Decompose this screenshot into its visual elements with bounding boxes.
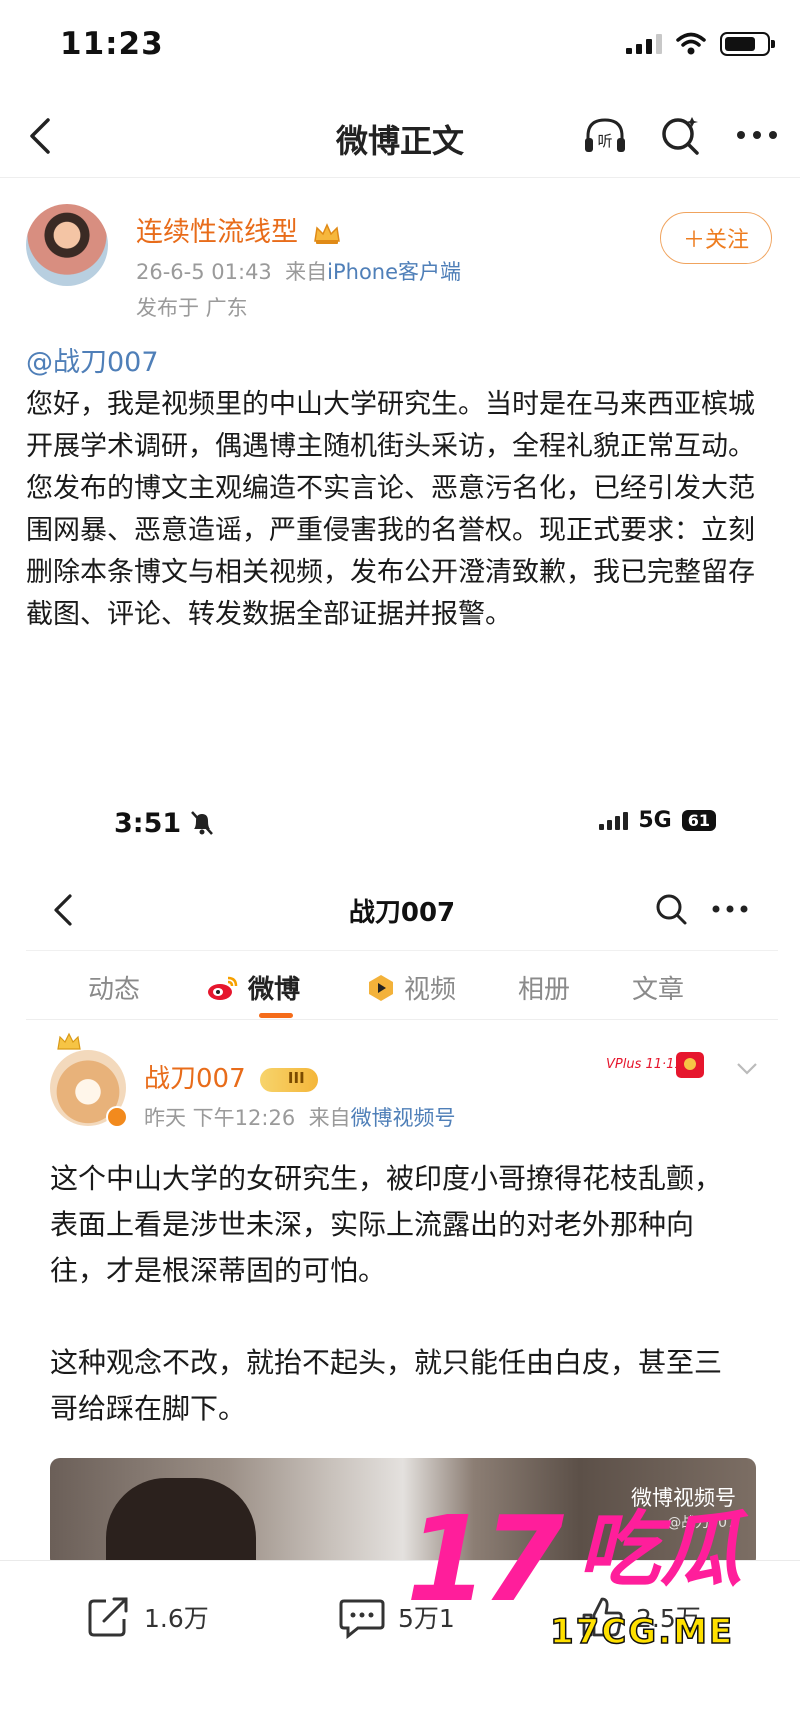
post-body: @战刀007 您好，我是视频里的中山大学研究生。当时是在马来西亚槟城开展学术调研…	[26, 342, 778, 636]
more-button[interactable]	[734, 112, 780, 158]
embedded-status-icons: 5G 61	[599, 808, 716, 833]
embedded-search-icon[interactable]	[654, 892, 688, 926]
search-icon	[662, 117, 699, 155]
status-bar: 11:23	[0, 0, 800, 96]
watermark-number: 17	[406, 1490, 564, 1628]
author-avatar[interactable]	[26, 204, 108, 286]
embedded-paragraph-2: 这种观念不改，就抬不起头，就只能任由白皮，甚至三哥给踩在脚下。	[50, 1346, 723, 1425]
embedded-post-source[interactable]: 微博视频号	[351, 1106, 456, 1130]
post-paragraph-1: 您好，我是视频里的中山大学研究生。当时是在马来西亚槟城开展学术调研，偶遇博主随机…	[26, 389, 755, 462]
comment-icon	[339, 1599, 385, 1639]
tab-dynamic[interactable]: 动态	[88, 969, 140, 1006]
signal-icon	[626, 34, 662, 54]
follow-button[interactable]: ＋关注	[660, 212, 772, 264]
post-paragraph-2: 您发布的博文主观编造不实言论、恶意污名化，已经引发大范围网暴、恶意造谣，严重侵害…	[26, 473, 755, 630]
tab-label: 相册	[518, 975, 571, 1005]
verified-badge-icon	[106, 1106, 128, 1128]
embedded-post-text: 这个中山大学的女研究生，被印度小哥撩得花枝乱颤，表面上看是涉世未深，实际上流露出…	[50, 1156, 730, 1432]
vplus-badge-icon: VPlus 11·11	[606, 1052, 704, 1078]
share-button[interactable]: 1.6万	[86, 1595, 209, 1639]
watermark-text: 吃瓜	[578, 1503, 742, 1598]
member-level-badge: III	[259, 1067, 318, 1092]
tab-weibo[interactable]: 微博	[206, 969, 300, 1006]
source-prefix: 来自	[285, 260, 328, 284]
embedded-status-bar: 3:51 5G 61	[26, 790, 778, 850]
chevron-down-icon[interactable]	[736, 1062, 758, 1076]
svg-text:VPlus 11·11: VPlus 11·11	[606, 1057, 683, 1072]
weibo-logo-icon	[208, 976, 238, 1000]
mention-link[interactable]: @战刀007	[26, 342, 778, 384]
post-meta: 26-6-5 01:43 来自iPhone客户端	[136, 256, 461, 286]
tab-article[interactable]: 文章	[632, 969, 684, 1006]
post-location: 发布于 广东	[136, 296, 248, 320]
crown-icon	[57, 1032, 81, 1050]
post-timestamp: 26-6-5 01:43	[136, 260, 272, 284]
embedded-author-name[interactable]: 战刀007 III	[144, 1058, 318, 1095]
vip-crown-icon	[313, 222, 340, 244]
embedded-paragraph-1: 这个中山大学的女研究生，被印度小哥撩得花枝乱颤，表面上看是涉世未深，实际上流露出…	[50, 1162, 723, 1287]
video-person-image	[106, 1478, 256, 1560]
tab-label: 文章	[632, 975, 685, 1005]
battery-icon	[720, 32, 775, 56]
more-icon	[737, 131, 777, 139]
active-tab-indicator	[259, 1013, 293, 1018]
watermark-url: 17CG.ME	[549, 1611, 735, 1653]
tab-label: 视频	[404, 975, 457, 1005]
search-button[interactable]	[658, 112, 704, 158]
post-source[interactable]: iPhone客户端	[327, 260, 461, 284]
embedded-post-meta: 昨天 下午12:26 来自微博视频号	[144, 1102, 456, 1132]
status-icons	[626, 32, 775, 56]
tab-label: 动态	[88, 975, 141, 1005]
top-nav: 微博正文 听	[0, 96, 800, 178]
embedded-nav: 战刀007	[26, 882, 778, 938]
embedded-tabs: 动态 微博 视频 相册 文章	[26, 950, 778, 1020]
network-type: 5G	[638, 808, 672, 833]
embedded-more-icon[interactable]	[710, 894, 750, 924]
listen-button[interactable]: 听	[582, 112, 628, 158]
embedded-author-text: 战刀007	[144, 1064, 246, 1094]
embedded-post-time: 昨天 下午12:26	[144, 1106, 296, 1130]
post-header: 连续性流线型 26-6-5 01:43 来自iPhone客户端 发布于 广东 ＋…	[26, 204, 776, 324]
member-level-text: III	[287, 1068, 305, 1087]
share-icon	[88, 1597, 128, 1637]
embedded-battery: 61	[681, 810, 716, 831]
author-name-text: 连续性流线型	[136, 217, 298, 248]
tab-album[interactable]: 相册	[518, 969, 570, 1006]
mute-bell-icon	[191, 811, 213, 835]
wifi-icon	[676, 32, 706, 55]
embedded-source-prefix: 来自	[308, 1106, 351, 1130]
video-hexagon-icon	[369, 974, 393, 1001]
share-count: 1.6万	[144, 1604, 209, 1633]
embedded-post-header: 战刀007 III 昨天 下午12:26 来自微博视频号 VPlus 11·11	[26, 1030, 778, 1140]
author-name[interactable]: 连续性流线型	[136, 210, 341, 249]
status-time: 11:23	[60, 26, 164, 62]
svg-text:听: 听	[597, 132, 612, 150]
embedded-signal-icon	[599, 811, 629, 830]
watermark-logo: 17 吃瓜 17CG.ME	[400, 1490, 780, 1653]
tab-label: 微博	[248, 975, 301, 1005]
embedded-screenshot[interactable]: 3:51 5G 61 战刀007 动态 微博 视频 相册 文章 战刀007 II…	[26, 790, 778, 1560]
tab-video[interactable]: 视频	[366, 969, 456, 1006]
embedded-status-time: 3:51	[114, 808, 182, 839]
headphones-icon: 听	[585, 118, 625, 152]
